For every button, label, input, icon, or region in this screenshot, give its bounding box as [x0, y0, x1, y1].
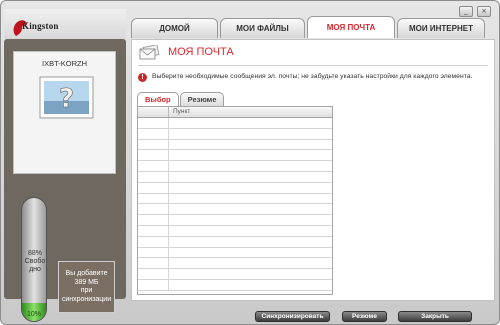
tab-my-mail[interactable]: МОЯ ПОЧТА — [307, 16, 395, 38]
tab-home[interactable]: ДОМОЙ — [131, 18, 218, 38]
row-check-cell[interactable] — [138, 161, 169, 171]
row-item-cell — [169, 215, 332, 225]
page-title: МОЯ ПОЧТА — [168, 46, 234, 58]
row-check-cell[interactable] — [138, 215, 169, 225]
sub-tabs: Выбор Резюме — [137, 92, 225, 106]
free-space-label: 88% Свобо дно — [22, 250, 46, 274]
table-body — [138, 118, 332, 291]
table-row[interactable] — [138, 171, 332, 183]
brand-logo-text: Kingston — [22, 21, 59, 31]
table-header: Пункт — [138, 107, 332, 118]
main-tabs: ДОМОЙ МОИ ФАЙЛЫ МОЯ ПОЧТА МОИ ИНТЕРНЕТ — [131, 16, 487, 39]
sync-info-line1: Вы добавите — [65, 270, 108, 277]
title-divider — [138, 65, 488, 66]
row-check-cell[interactable] — [138, 118, 169, 128]
row-item-cell — [169, 237, 332, 247]
tab-my-files[interactable]: МОИ ФАЙЛЫ — [220, 18, 305, 38]
sync-button[interactable]: Синхронизировать — [255, 311, 330, 322]
row-check-cell[interactable] — [138, 128, 169, 139]
svg-text:?: ? — [59, 84, 74, 114]
column-header-check[interactable] — [138, 107, 169, 117]
table-row[interactable] — [138, 139, 332, 151]
tab-my-internet[interactable]: МОИ ИНТЕРНЕТ — [397, 18, 485, 38]
table-row[interactable] — [138, 279, 332, 291]
row-item-cell — [169, 129, 332, 139]
row-check-cell[interactable] — [138, 236, 169, 247]
tab-selection[interactable]: Выбор — [137, 92, 179, 106]
table-row[interactable] — [138, 118, 332, 129]
free-word-1: Свобо — [24, 258, 46, 265]
device-name: IXBT-KORZH — [41, 59, 87, 68]
sync-info-line2: 389 МБ — [74, 278, 99, 286]
mail-items-table[interactable]: Пункт — [137, 106, 333, 295]
sync-info-line3: при — [80, 287, 93, 294]
row-item-cell — [169, 258, 332, 268]
device-sidebar: IXBT-KORZH ? 88% Свобо дно 10% Вы добави… — [4, 39, 126, 322]
row-check-cell[interactable] — [138, 269, 169, 279]
used-percent: 10% — [26, 311, 41, 318]
free-word-2: дно — [29, 266, 41, 273]
row-check-cell[interactable] — [138, 247, 169, 258]
column-header-item[interactable]: Пункт — [169, 107, 190, 117]
row-check-cell[interactable] — [138, 150, 169, 161]
free-percent: 88% — [27, 250, 42, 257]
sync-info-line4: синхронизации — [61, 295, 112, 303]
table-row[interactable] — [138, 247, 332, 259]
table-row[interactable] — [138, 204, 332, 216]
table-row[interactable] — [138, 269, 332, 280]
summary-button[interactable]: Резюме — [342, 311, 387, 322]
row-item-cell — [169, 150, 332, 160]
row-check-cell[interactable] — [138, 171, 169, 182]
row-item-cell — [169, 140, 332, 150]
row-check-cell[interactable] — [138, 193, 169, 204]
table-row[interactable] — [138, 236, 332, 248]
unknown-device-question-icon: ? — [39, 76, 94, 119]
table-row[interactable] — [138, 215, 332, 226]
row-item-cell — [169, 172, 332, 182]
row-item-cell — [169, 248, 332, 258]
row-check-cell[interactable] — [138, 279, 169, 290]
row-item-cell — [169, 161, 332, 171]
table-row[interactable] — [138, 182, 332, 194]
row-item-cell — [169, 183, 332, 193]
logo-area: Kingston — [4, 9, 126, 39]
mail-envelopes-icon — [139, 45, 160, 60]
free-space-gauge: 88% Свобо дно 10% — [21, 197, 47, 322]
row-check-cell[interactable] — [138, 204, 169, 215]
table-row[interactable] — [138, 225, 332, 237]
mail-content-panel: МОЯ ПОЧТА ! Выберите необходимые сообщен… — [131, 39, 495, 301]
table-row[interactable] — [138, 193, 332, 205]
row-item-cell — [169, 269, 332, 279]
row-item-cell — [169, 280, 332, 290]
minimize-button[interactable]: _ — [459, 6, 473, 17]
device-card[interactable]: IXBT-KORZH ? — [13, 51, 116, 174]
alert-icon: ! — [138, 73, 147, 82]
row-check-cell[interactable] — [138, 182, 169, 193]
row-item-cell — [169, 194, 332, 204]
row-item-cell — [169, 204, 332, 214]
close-button[interactable]: Закрыть — [398, 311, 472, 322]
row-check-cell[interactable] — [138, 225, 169, 236]
app-window: _ × Kingston IXBT-KORZH ? 88% Свобо дно — [0, 0, 500, 325]
row-check-cell[interactable] — [138, 258, 169, 269]
table-row[interactable] — [138, 161, 332, 172]
row-check-cell[interactable] — [138, 139, 169, 150]
hint-text: Выберите необходимые сообщения эл. почты… — [152, 73, 473, 80]
table-row[interactable] — [138, 128, 332, 140]
row-item-cell — [169, 226, 332, 236]
tab-summary[interactable]: Резюме — [179, 92, 225, 106]
row-item-cell — [169, 118, 332, 128]
table-row[interactable] — [138, 258, 332, 270]
table-row[interactable] — [138, 150, 332, 162]
sync-info-box: Вы добавите 389 МБ при синхронизации — [58, 261, 115, 313]
close-window-button[interactable]: × — [477, 6, 491, 17]
window-controls: _ × — [459, 6, 491, 17]
